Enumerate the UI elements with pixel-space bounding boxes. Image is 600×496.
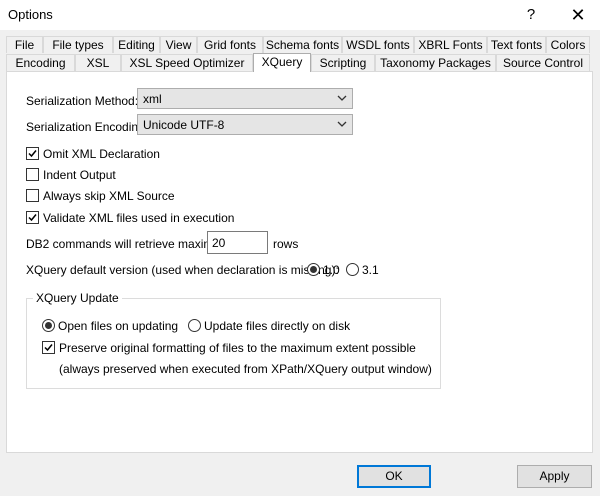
tab-xsl[interactable]: XSL <box>75 54 121 71</box>
validate-xml-label: Validate XML files used in execution <box>43 211 235 225</box>
radio-selected-dot <box>310 266 317 273</box>
tab-wsdl-fonts[interactable]: WSDL fonts <box>342 36 414 53</box>
check-icon <box>28 214 37 222</box>
title-bar: Options ? ✕ <box>0 0 600 30</box>
tab-encoding[interactable]: Encoding <box>6 54 75 71</box>
db2-max-rows-input[interactable] <box>207 231 268 254</box>
tab-editing[interactable]: Editing <box>113 36 160 53</box>
version-3-1-radio[interactable] <box>346 263 359 276</box>
tab-xbrl-fonts[interactable]: XBRL Fonts <box>414 36 487 53</box>
tab-xsl-speed-optimizer[interactable]: XSL Speed Optimizer <box>121 54 253 71</box>
preserve-formatting-checkbox[interactable] <box>42 341 55 354</box>
serialization-encoding-dropdown[interactable]: Unicode UTF-8 <box>137 114 353 135</box>
ok-button[interactable]: OK <box>357 465 431 488</box>
tab-view[interactable]: View <box>160 36 197 53</box>
radio-selected-dot <box>45 322 52 329</box>
skip-xml-source-checkbox[interactable] <box>26 189 39 202</box>
tab-file-types[interactable]: File types <box>43 36 113 53</box>
version-3-1-label: 3.1 <box>362 263 379 277</box>
window-title: Options <box>8 7 53 22</box>
tab-colors[interactable]: Colors <box>546 36 590 53</box>
close-button[interactable]: ✕ <box>556 0 600 30</box>
skip-xml-source-label: Always skip XML Source <box>43 189 175 203</box>
serialization-encoding-label: Serialization Encoding: <box>26 120 149 134</box>
tab-source-control[interactable]: Source Control <box>496 54 590 71</box>
open-files-on-updating-radio[interactable] <box>42 319 55 332</box>
check-icon <box>28 150 37 158</box>
xquery-version-label: XQuery default version (used when declar… <box>26 263 339 277</box>
version-1-0-label: 1.0 <box>323 263 340 277</box>
serialization-method-dropdown[interactable]: xml <box>137 88 353 109</box>
db2-max-label: DB2 commands will retrieve maximum <box>26 237 231 251</box>
indent-output-label: Indent Output <box>43 168 116 182</box>
preserve-formatting-note: (always preserved when executed from XPa… <box>59 362 432 376</box>
version-1-0-radio[interactable] <box>307 263 320 276</box>
help-button[interactable]: ? <box>516 0 546 30</box>
tab-grid-fonts[interactable]: Grid fonts <box>197 36 263 53</box>
update-files-on-disk-label: Update files directly on disk <box>204 319 351 333</box>
serialization-method-value: xml <box>143 92 162 106</box>
xquery-update-group-title: XQuery Update <box>33 291 122 305</box>
preserve-formatting-label: Preserve original formatting of files to… <box>59 341 416 355</box>
tab-scripting[interactable]: Scripting <box>311 54 375 71</box>
tab-text-fonts[interactable]: Text fonts <box>487 36 546 53</box>
tab-taxonomy-packages[interactable]: Taxonomy Packages <box>375 54 496 71</box>
serialization-encoding-value: Unicode UTF-8 <box>143 118 225 132</box>
db2-max-rows-field[interactable] <box>208 232 267 253</box>
open-files-on-updating-label: Open files on updating <box>58 319 179 333</box>
update-files-on-disk-radio[interactable] <box>188 319 201 332</box>
tab-schema-fonts[interactable]: Schema fonts <box>263 36 342 53</box>
tab-file[interactable]: File <box>6 36 43 53</box>
omit-xml-declaration-label: Omit XML Declaration <box>43 147 160 161</box>
db2-rows-suffix: rows <box>273 237 299 251</box>
omit-xml-declaration-checkbox[interactable] <box>26 147 39 160</box>
tab-xquery[interactable]: XQuery <box>253 53 311 72</box>
validate-xml-checkbox[interactable] <box>26 211 39 224</box>
apply-button[interactable]: Apply <box>517 465 592 488</box>
serialization-method-label: Serialization Method: <box>26 94 139 108</box>
indent-output-checkbox[interactable] <box>26 168 39 181</box>
chevron-down-icon <box>337 95 347 101</box>
chevron-down-icon <box>337 121 347 127</box>
check-icon <box>44 344 53 352</box>
